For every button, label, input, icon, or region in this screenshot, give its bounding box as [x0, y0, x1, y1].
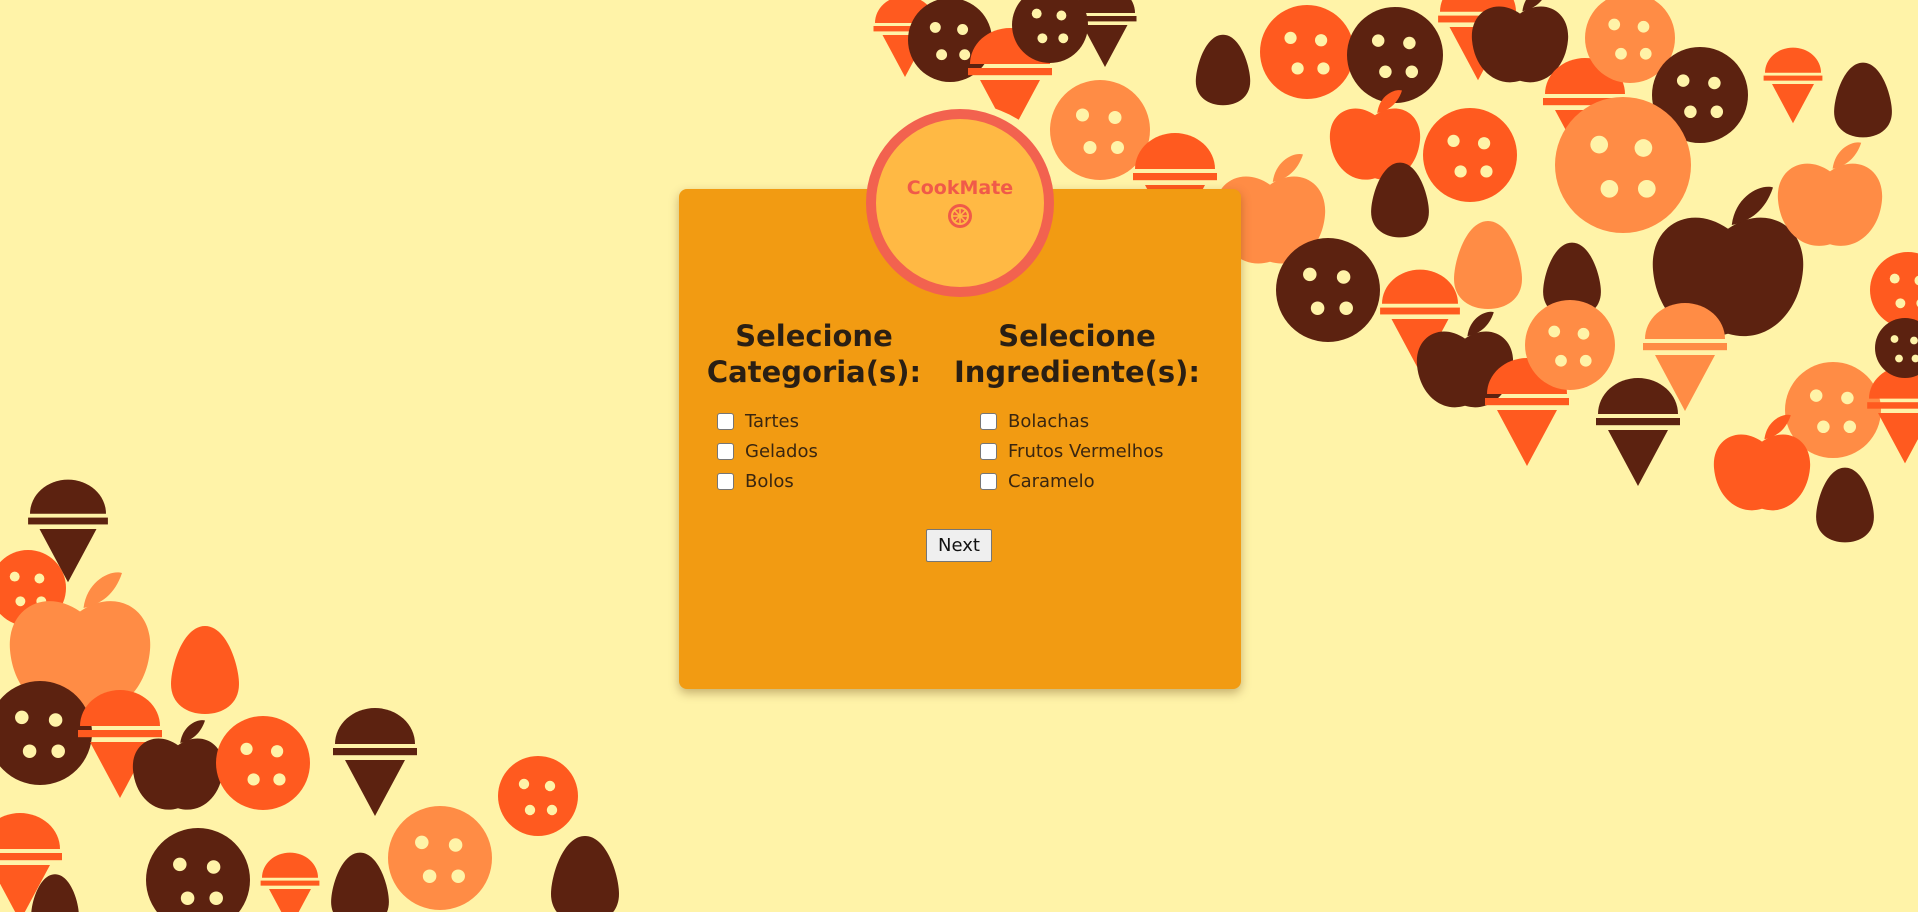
ingredient-checkbox-frutos-vermelhos[interactable] — [980, 442, 997, 460]
egg-icon — [1816, 467, 1874, 543]
cookie-icon — [1347, 7, 1443, 103]
ingredient-options: Bolachas Frutos Vermelhos Caramelo — [952, 406, 1202, 496]
ingredient-label: Frutos Vermelhos — [1008, 440, 1164, 462]
ingredient-checkbox-bolachas[interactable] — [980, 412, 997, 430]
egg-icon — [1834, 62, 1892, 138]
cookie-icon — [1525, 300, 1615, 390]
apple-icon — [1777, 142, 1883, 246]
ingredient-label: Bolachas — [1008, 410, 1090, 432]
ice-cream-icon — [333, 708, 417, 816]
category-checkbox-bolos[interactable] — [717, 472, 734, 490]
category-option-bolos[interactable]: Bolos — [717, 466, 939, 496]
next-button[interactable]: Next — [926, 529, 992, 562]
cookie-icon — [1276, 238, 1380, 342]
apple-icon — [1471, 0, 1569, 83]
ice-cream-icon — [1763, 47, 1823, 124]
cookie-icon — [498, 756, 578, 836]
cookie-icon — [1870, 252, 1918, 328]
egg-icon — [331, 852, 389, 912]
ingredient-checkbox-caramelo[interactable] — [980, 472, 997, 490]
cookie-icon — [1875, 318, 1918, 378]
category-checkbox-tartes[interactable] — [717, 412, 734, 430]
egg-icon — [1454, 221, 1522, 309]
cookie-icon — [1050, 80, 1150, 180]
app-logo: CookMate — [866, 109, 1054, 297]
category-options: Tartes Gelados Bolos — [689, 406, 939, 496]
cookie-icon — [1555, 97, 1691, 233]
ingredient-section: Selecione Ingrediente(s): Bolachas Fruto… — [952, 318, 1202, 496]
egg-icon — [551, 836, 619, 912]
category-label: Tartes — [745, 410, 799, 432]
egg-icon — [171, 626, 239, 714]
category-heading: Selecione Categoria(s): — [706, 319, 922, 389]
category-label: Gelados — [745, 440, 818, 462]
ice-cream-icon — [260, 852, 320, 912]
category-label: Bolos — [745, 470, 794, 492]
category-section: Selecione Categoria(s): Tartes Gelados B… — [689, 318, 939, 496]
cookie-icon — [388, 806, 492, 910]
cookie-icon — [216, 716, 310, 810]
ingredient-heading: Selecione Ingrediente(s): — [953, 319, 1201, 389]
cookie-icon — [1423, 108, 1517, 202]
ice-cream-icon — [1596, 378, 1680, 486]
ingredient-label: Caramelo — [1008, 470, 1095, 492]
orange-slice-icon — [948, 204, 972, 228]
cookie-icon — [1260, 5, 1354, 99]
egg-icon — [1195, 34, 1251, 106]
category-option-tartes[interactable]: Tartes — [717, 406, 939, 436]
ingredient-option-bolachas[interactable]: Bolachas — [980, 406, 1202, 436]
cookie-icon — [146, 828, 250, 912]
ingredient-option-frutos-vermelhos[interactable]: Frutos Vermelhos — [980, 436, 1202, 466]
ingredient-option-caramelo[interactable]: Caramelo — [980, 466, 1202, 496]
category-checkbox-gelados[interactable] — [717, 442, 734, 460]
logo-title: CookMate — [906, 177, 1014, 199]
category-option-gelados[interactable]: Gelados — [717, 436, 939, 466]
